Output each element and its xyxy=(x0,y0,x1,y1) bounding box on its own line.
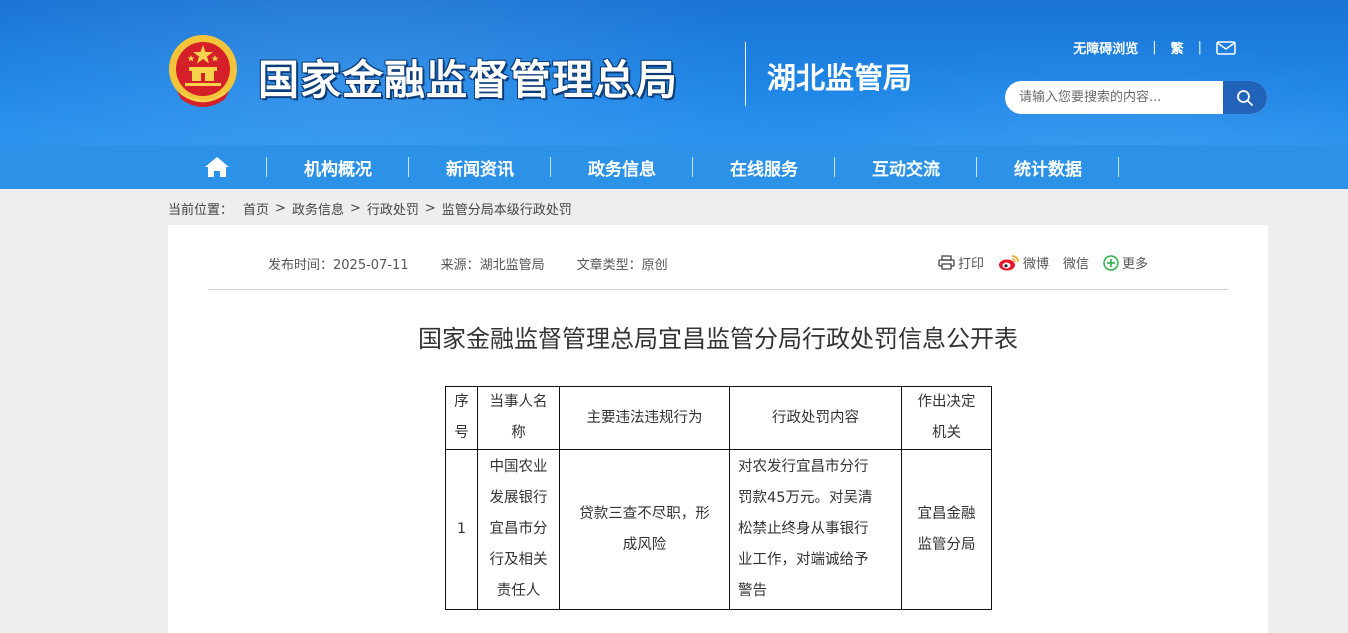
cell-violation: 贷款三查不尽职，形 成风险 xyxy=(559,449,730,610)
cell-line: 宜昌金融 xyxy=(917,505,976,522)
publish-time: 发布时间：2025-07-11 xyxy=(268,258,409,273)
site-title[interactable]: 国家金融监督管理总局 xyxy=(258,46,678,106)
header-penalty: 行政处罚内容 xyxy=(729,386,902,450)
more-label: 更多 xyxy=(1121,257,1148,272)
nav-item-interaction[interactable]: 互动交流 xyxy=(835,145,977,189)
cell-authority: 宜昌金融 监管分局 xyxy=(901,449,992,610)
weibo-label: 微博 xyxy=(1022,257,1049,272)
cell-line: 松禁止终身从事银行 xyxy=(738,521,869,537)
cell-line: 中国农业 xyxy=(489,459,548,475)
cell-line: 业工作，对端诚给予 xyxy=(738,552,869,568)
header-no: 序 号 xyxy=(445,386,478,450)
share-bar: 打印 微博 微信 更多 xyxy=(924,253,1148,272)
printer-icon xyxy=(938,255,955,270)
cell-line: 行及相关 xyxy=(489,552,548,568)
search-input[interactable] xyxy=(1005,81,1223,114)
breadcrumb-admin-penalty[interactable]: 行政处罚 xyxy=(367,199,419,218)
cell-line: 警告 xyxy=(738,583,767,599)
weibo-share-button[interactable]: 微博 xyxy=(998,253,1049,272)
cell-line: 责任人 xyxy=(496,583,541,599)
header-party: 当事人名 称 xyxy=(477,386,560,450)
mail-icon[interactable] xyxy=(1216,40,1236,55)
breadcrumb-separator: > xyxy=(275,201,286,216)
print-button[interactable]: 打印 xyxy=(938,253,984,272)
cell-line: 对农发行宜昌市分行 xyxy=(738,459,869,475)
article-source: 来源：湖北监管局 xyxy=(440,258,545,273)
accessible-browsing-link[interactable]: 无障碍浏览 xyxy=(1073,38,1138,57)
header-line: 作出决定 xyxy=(917,394,976,410)
header-violation: 主要违法违规行为 xyxy=(559,386,730,450)
article-title: 国家金融监督管理总局宜昌监管分局行政处罚信息公开表 xyxy=(418,325,1018,353)
nav-item-about[interactable]: 机构概况 xyxy=(267,145,409,189)
national-emblem-icon[interactable] xyxy=(167,33,239,109)
search-button[interactable] xyxy=(1223,81,1267,114)
breadcrumb-separator: > xyxy=(349,201,361,216)
article-type: 文章类型：原创 xyxy=(576,258,668,273)
cell-party: 中国农业 发展银行 宜昌市分 行及相关 责任人 xyxy=(477,449,560,610)
cell-line: 成风险 xyxy=(622,536,667,553)
home-icon xyxy=(205,157,229,177)
breadcrumb-separator: > xyxy=(424,201,436,216)
nav-home[interactable] xyxy=(167,145,267,189)
top-links: 无障碍浏览 | 繁 | xyxy=(1073,38,1236,57)
table-row: 1 中国农业 发展银行 宜昌市分 行及相关 责任人 贷款三查不尽职，形 成风险 … xyxy=(445,449,992,610)
traditional-chinese-link[interactable]: 繁 xyxy=(1171,38,1184,57)
link-separator: | xyxy=(1152,40,1157,55)
breadcrumb: 当前位置： 首页 > 政务信息 > 行政处罚 > 监管分局本级行政处罚 xyxy=(168,199,572,218)
header-line: 当事人名 xyxy=(489,394,548,410)
breadcrumb-home[interactable]: 首页 xyxy=(243,199,269,218)
wechat-share-button[interactable]: 微信 xyxy=(1063,253,1089,272)
meta-divider xyxy=(208,289,1228,290)
table-header-row: 序 号 当事人名 称 主要违法违规行为 行政处罚内容 作出决定 机关 xyxy=(445,386,992,450)
cell-line: 发展银行 xyxy=(489,490,548,506)
cell-no: 1 xyxy=(445,449,478,610)
cell-line: 贷款三查不尽职，形 xyxy=(579,505,710,522)
breadcrumb-government-info[interactable]: 政务信息 xyxy=(292,199,344,218)
wechat-label: 微信 xyxy=(1062,257,1089,272)
title-divider xyxy=(745,42,746,106)
header-line: 号 xyxy=(454,425,469,441)
bureau-name[interactable]: 湖北监管局 xyxy=(767,55,912,97)
more-share-button[interactable]: 更多 xyxy=(1103,253,1148,272)
search-icon xyxy=(1237,89,1253,106)
cell-penalty: 对农发行宜昌市分行 罚款45万元。对吴清 松禁止终身从事银行 业工作，对端诚给予… xyxy=(729,449,902,610)
nav-item-news[interactable]: 新闻资讯 xyxy=(409,145,551,189)
link-separator: | xyxy=(1197,40,1202,55)
nav-item-statistics[interactable]: 统计数据 xyxy=(977,145,1119,189)
header-authority: 作出决定 机关 xyxy=(901,386,992,450)
article-container: 发布时间：2025-07-11 来源：湖北监管局 文章类型：原创 打印 微博 微… xyxy=(168,225,1268,633)
cell-line: 罚款45万元。对吴清 xyxy=(738,490,873,506)
print-label: 打印 xyxy=(957,257,984,272)
nav-item-government-info[interactable]: 政务信息 xyxy=(551,145,693,189)
article-meta: 发布时间：2025-07-11 来源：湖北监管局 文章类型：原创 xyxy=(268,254,700,273)
cell-line: 监管分局 xyxy=(917,536,976,553)
weibo-icon xyxy=(998,255,1019,271)
breadcrumb-prefix: 当前位置： xyxy=(168,203,234,218)
plus-circle-icon xyxy=(1103,254,1119,271)
penalty-table: 序 号 当事人名 称 主要违法违规行为 行政处罚内容 作出决定 机关 1 中国农… xyxy=(445,386,992,610)
header-line: 序 xyxy=(454,394,469,410)
search-box xyxy=(1005,81,1267,114)
nav-item-online-services[interactable]: 在线服务 xyxy=(693,145,835,189)
breadcrumb-branch-penalty[interactable]: 监管分局本级行政处罚 xyxy=(442,199,572,218)
site-header: 国家金融监督管理总局 湖北监管局 无障碍浏览 | 繁 | xyxy=(0,0,1348,145)
header-line: 机关 xyxy=(932,425,961,441)
main-nav: 机构概况 新闻资讯 政务信息 在线服务 互动交流 统计数据 xyxy=(0,145,1348,189)
header-line: 称 xyxy=(511,425,526,441)
cell-line: 宜昌市分 xyxy=(489,521,548,537)
